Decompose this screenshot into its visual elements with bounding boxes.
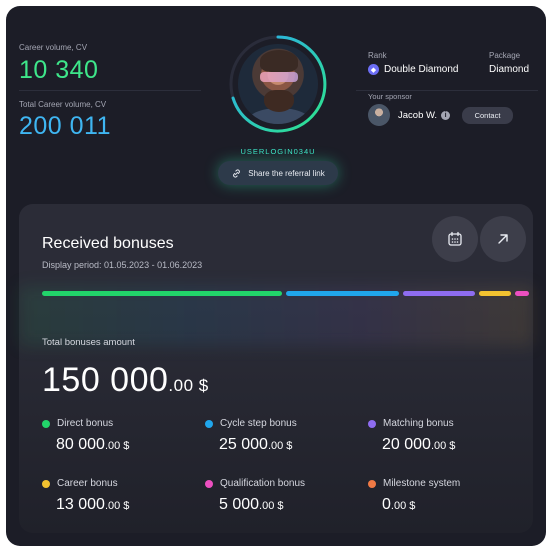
display-period: Display period: 01.05.2023 - 01.06.2023 bbox=[42, 260, 203, 270]
distribution-segment bbox=[403, 291, 475, 296]
distribution-segment bbox=[479, 291, 511, 296]
share-referral-label: Share the referral link bbox=[248, 168, 325, 178]
legend-dot bbox=[368, 419, 376, 428]
bonus-decimals: .00 $ bbox=[104, 440, 130, 452]
bonus-direct: Direct bonus 80 000.00 $ bbox=[42, 418, 129, 454]
rank-value: ◆ Double Diamond bbox=[368, 64, 459, 75]
package-label: Package bbox=[489, 51, 521, 60]
contact-button[interactable]: Contact bbox=[462, 107, 513, 124]
bonus-label: Cycle step bonus bbox=[220, 418, 297, 429]
bonus-decimals: .00 $ bbox=[430, 440, 456, 452]
total-bonuses-main: 150 000 bbox=[42, 361, 169, 399]
sponsor-avatar bbox=[368, 104, 390, 126]
diamond-badge-icon: ◆ bbox=[368, 64, 379, 75]
share-referral-button[interactable]: Share the referral link bbox=[218, 161, 338, 185]
total-bonuses-label: Total bonuses amount bbox=[42, 337, 135, 348]
career-volume-value: 10 340 bbox=[19, 56, 99, 84]
dashboard-frame: Career volume, CV 10 340 Total Career vo… bbox=[6, 6, 546, 546]
bonus-cycle-step: Cycle step bonus 25 000.00 $ bbox=[205, 418, 297, 454]
distribution-segment bbox=[286, 291, 399, 296]
link-icon bbox=[233, 168, 241, 178]
bonus-amount: 20 000 bbox=[382, 436, 431, 453]
bonus-amount: 80 000 bbox=[56, 436, 105, 453]
bonus-decimals: .00 $ bbox=[104, 500, 130, 512]
legend-dot bbox=[42, 479, 50, 488]
legend-dot bbox=[205, 479, 213, 488]
bonus-milestone: Milestone system 0.00 $ bbox=[368, 478, 460, 514]
calendar-icon bbox=[448, 231, 462, 246]
bonus-label: Matching bonus bbox=[383, 418, 454, 429]
bonus-label: Career bonus bbox=[57, 478, 118, 489]
bonus-amount: 5 000 bbox=[219, 496, 260, 513]
bonus-decimals: .00 $ bbox=[390, 500, 416, 512]
user-avatar[interactable] bbox=[238, 44, 318, 124]
sponsor-label: Your sponsor bbox=[368, 92, 412, 101]
bonus-career: Career bonus 13 000.00 $ bbox=[42, 478, 129, 514]
distribution-segment bbox=[515, 291, 529, 296]
bonus-qualification: Qualification bonus 5 000.00 $ bbox=[205, 478, 305, 514]
user-login: USERLOGIN034U bbox=[240, 147, 316, 156]
bonus-distribution-bar bbox=[42, 291, 529, 296]
sponsor-name-text: Jacob W. bbox=[398, 110, 438, 121]
legend-dot bbox=[42, 419, 50, 428]
bonus-amount: 25 000 bbox=[219, 436, 268, 453]
divider bbox=[356, 90, 538, 91]
bonus-label: Direct bonus bbox=[57, 418, 114, 429]
bonus-matching: Matching bonus 20 000.00 $ bbox=[368, 418, 455, 454]
profile-panel: Career volume, CV 10 340 Total Career vo… bbox=[6, 6, 546, 204]
card-title: Received bonuses bbox=[42, 235, 174, 252]
bonus-label: Qualification bonus bbox=[220, 478, 306, 489]
rank-text: Double Diamond bbox=[384, 64, 459, 75]
arrow-up-right-icon bbox=[498, 234, 508, 244]
bonus-decimals: .00 $ bbox=[259, 500, 284, 512]
rank-label: Rank bbox=[368, 51, 387, 60]
package-value: Diamond bbox=[489, 64, 530, 75]
distribution-segment bbox=[42, 291, 282, 296]
total-career-volume-value: 200 011 bbox=[19, 112, 112, 140]
bonus-decimals: .00 $ bbox=[267, 440, 293, 452]
legend-dot bbox=[205, 419, 213, 428]
total-bonuses-decimals: .00 $ bbox=[168, 376, 209, 395]
divider bbox=[19, 90, 201, 91]
bonus-amount: 13 000 bbox=[56, 496, 105, 513]
total-bonuses-value: 150 000.00 $ bbox=[42, 361, 209, 400]
bonus-amount: 0 bbox=[382, 496, 391, 513]
open-details-button[interactable] bbox=[480, 216, 526, 262]
total-career-volume-label: Total Career volume, CV bbox=[19, 100, 107, 109]
calendar-button[interactable] bbox=[432, 216, 478, 262]
career-volume-label: Career volume, CV bbox=[19, 43, 88, 52]
info-icon[interactable]: i bbox=[441, 111, 451, 120]
bonus-label: Milestone system bbox=[383, 478, 461, 489]
sponsor-name: Jacob W. i bbox=[398, 110, 451, 121]
legend-dot bbox=[368, 479, 376, 488]
